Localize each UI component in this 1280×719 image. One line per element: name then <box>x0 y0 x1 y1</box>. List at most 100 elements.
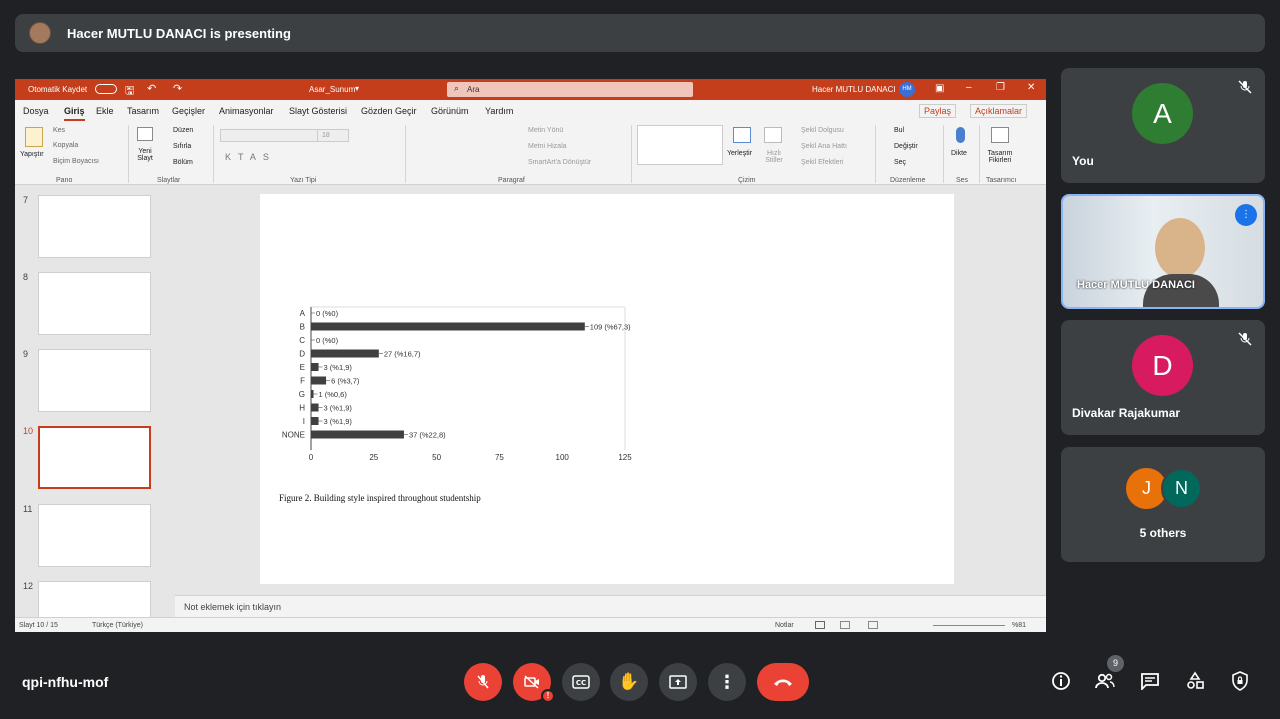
participant-tile-divakar[interactable]: D Divakar Rajakumar <box>1061 320 1265 435</box>
zoom-level[interactable]: %81 <box>1012 622 1026 629</box>
slide-thumbnail-selected[interactable] <box>38 426 151 489</box>
find-button[interactable]: Bul <box>894 127 904 134</box>
tab-file[interactable]: Dosya <box>23 106 49 116</box>
paste-icon[interactable] <box>25 127 43 147</box>
hand-icon: ✋ <box>618 672 640 691</box>
shape-effects-button[interactable]: Şekil Efektleri <box>801 159 843 166</box>
new-slide-label[interactable]: Yeni Slayt <box>132 148 158 162</box>
slide-thumbnail[interactable] <box>38 349 151 412</box>
tab-review[interactable]: Gözden Geçir <box>361 106 417 116</box>
arrange-icon[interactable] <box>733 127 751 143</box>
language[interactable]: Türkçe (Türkiye) <box>92 622 143 629</box>
ribbon-display-icon[interactable]: ▣ <box>935 83 944 94</box>
raise-hand-button[interactable]: ✋ <box>610 663 648 701</box>
divider <box>979 125 980 183</box>
font-style-buttons[interactable]: KTAS <box>225 152 276 162</box>
tab-transitions[interactable]: Geçişler <box>172 106 205 116</box>
search-box[interactable]: ⌕ Ara <box>447 82 693 97</box>
text-direction-button[interactable]: Metin Yönü <box>528 127 563 134</box>
presenter-banner: Hacer MUTLU DANACI is presenting <box>15 14 1265 52</box>
layout-button[interactable]: Düzen <box>173 127 193 134</box>
slide-canvas[interactable]: A 0 (%0) B 109 (%67,3) C 0 (%0) D 27 (%16,7) E 3 … <box>260 194 954 584</box>
share-button[interactable]: Paylaş <box>919 104 957 118</box>
tab-view[interactable]: Görünüm <box>431 106 469 116</box>
designer-icon[interactable] <box>991 127 1009 143</box>
replace-button[interactable]: Değiştir <box>894 143 918 150</box>
chat-icon <box>1141 673 1159 690</box>
align-text-button[interactable]: Metni Hizala <box>528 143 567 150</box>
category-label: I <box>303 417 305 426</box>
activities-button[interactable] <box>1181 667 1209 695</box>
participant-tile-you[interactable]: A You <box>1061 68 1265 183</box>
shape-fill-button[interactable]: Şekil Dolgusu <box>801 127 844 134</box>
new-slide-icon[interactable] <box>137 127 153 141</box>
microphone-icon[interactable] <box>956 127 965 143</box>
minimize-icon[interactable]: – <box>966 82 972 93</box>
autosave-toggle[interactable] <box>95 84 117 94</box>
chevron-down-icon[interactable]: ▾ <box>355 84 359 93</box>
slide-thumbnail[interactable] <box>38 272 151 335</box>
font-size-select[interactable]: 18 <box>317 129 349 142</box>
restore-icon[interactable]: ❐ <box>996 82 1005 93</box>
participant-tile-presenter[interactable]: ⋮ Hacer MUTLU DANACI <box>1061 194 1265 309</box>
shapes-gallery[interactable] <box>637 125 723 165</box>
speaking-indicator-icon: ⋮ <box>1235 204 1257 226</box>
tab-insert[interactable]: Ekle <box>96 106 114 116</box>
tab-design[interactable]: Tasarım <box>127 106 159 116</box>
paste-label[interactable]: Yapıştır <box>20 151 44 158</box>
people-button[interactable]: 9 <box>1091 655 1124 695</box>
notes-pane[interactable]: Not eklemek için tıklayın <box>175 595 1046 617</box>
zoom-slider[interactable] <box>933 625 1005 626</box>
present-button[interactable] <box>659 663 697 701</box>
section-button[interactable]: Bölüm <box>173 159 193 166</box>
redo-icon[interactable]: ↷ <box>173 82 182 95</box>
format-painter-button[interactable]: Biçim Boyacısı <box>53 158 99 165</box>
status-bar: Slayt 10 / 15 Türkçe (Türkiye) Notlar %8… <box>15 617 1046 632</box>
data-label: 1 (%0,6) <box>319 390 348 399</box>
save-icon[interactable]: 🖫 <box>125 82 134 101</box>
select-button[interactable]: Seç <box>894 159 906 166</box>
arrange-label[interactable]: Yerleştir <box>727 150 752 157</box>
undo-icon[interactable]: ↶ <box>147 82 156 95</box>
tab-animations[interactable]: Animasyonlar <box>219 106 274 116</box>
copy-button[interactable]: Kopyala <box>53 142 78 149</box>
close-icon[interactable]: ✕ <box>1027 82 1035 93</box>
tab-home[interactable]: Giriş <box>64 106 85 121</box>
leave-call-button[interactable] <box>757 663 809 701</box>
cut-button[interactable]: Kes <box>53 127 65 134</box>
reset-button[interactable]: Sıfırla <box>173 143 191 150</box>
slide-thumbnail[interactable] <box>38 504 151 567</box>
category-label: A <box>300 309 306 318</box>
shape-outline-button[interactable]: Şekil Ana Hattı <box>801 143 847 150</box>
normal-view-icon[interactable] <box>815 621 825 629</box>
dictate-label[interactable]: Dikte <box>951 150 967 157</box>
camera-button[interactable]: ! <box>513 663 555 703</box>
meeting-info-button[interactable] <box>1047 667 1075 695</box>
quick-styles-icon[interactable] <box>764 127 782 143</box>
participant-tile-others[interactable]: J N 5 others <box>1061 447 1265 562</box>
designer-label[interactable]: Tasarım Fikirleri <box>983 150 1017 164</box>
more-options-button[interactable]: ⋮ <box>708 663 746 701</box>
group-label: Düzenleme <box>890 177 926 184</box>
tab-slideshow[interactable]: Slayt Gösterisi <box>289 106 347 116</box>
comments-label: Açıklamalar <box>975 106 1023 116</box>
mic-off-icon <box>1238 80 1252 94</box>
thumbnail-scrollbar[interactable] <box>166 185 175 617</box>
user-avatar[interactable]: HM <box>899 82 915 97</box>
slide-sorter-icon[interactable] <box>840 621 850 629</box>
file-name[interactable]: Asar_Sunum <box>309 85 355 94</box>
notes-toggle[interactable]: Notlar <box>775 622 794 629</box>
smartart-button[interactable]: SmartArt'a Dönüştür <box>528 159 591 166</box>
captions-button[interactable]: CC <box>562 663 600 701</box>
font-family-select[interactable] <box>220 129 318 142</box>
chat-button[interactable] <box>1136 667 1164 695</box>
quick-styles-label[interactable]: Hızlı Stiller <box>759 150 789 164</box>
tab-help[interactable]: Yardım <box>485 106 513 116</box>
slide-thumbnail[interactable] <box>38 195 151 258</box>
category-label: B <box>300 323 305 332</box>
mic-button[interactable] <box>464 663 502 701</box>
comments-button[interactable]: Açıklamalar <box>970 104 1028 118</box>
host-controls-button[interactable] <box>1226 667 1254 695</box>
data-label: 3 (%1,9) <box>324 363 353 372</box>
reading-view-icon[interactable] <box>868 621 878 629</box>
